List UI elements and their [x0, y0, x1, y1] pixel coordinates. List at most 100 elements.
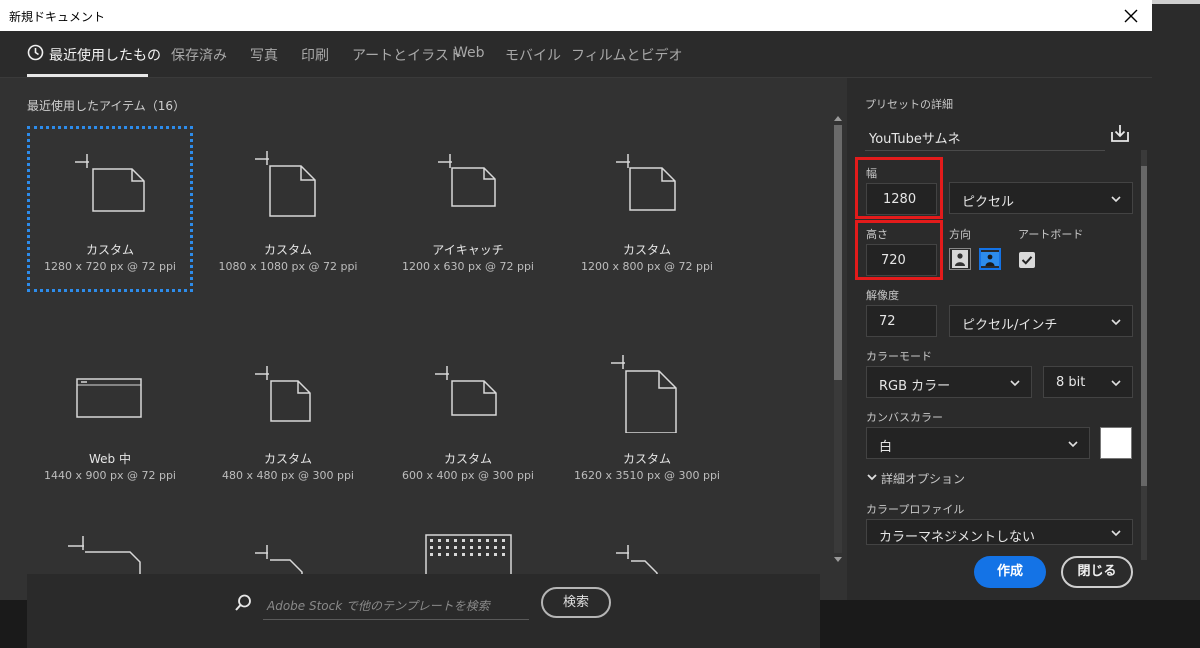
browser-window-icon: [76, 378, 142, 418]
chevron-down-icon: [1111, 530, 1121, 537]
tall-document-icon: [611, 355, 677, 433]
color-profile-select[interactable]: カラーマネジメントしない: [866, 519, 1133, 545]
details-scrollbar-thumb[interactable]: [1141, 166, 1147, 486]
close-button[interactable]: 閉じる: [1061, 556, 1133, 588]
tab-film-video[interactable]: フィルムとビデオ: [571, 45, 682, 65]
preset-card[interactable]: カスタム 1200 x 800 px @ 72 ppi: [564, 126, 730, 292]
document-icon: [616, 154, 676, 211]
color-profile-label: カラープロファイル: [866, 503, 965, 516]
color-mode-label: カラーモード: [866, 350, 932, 363]
height-highlight-box: [855, 220, 943, 280]
preset-name: カスタム: [263, 452, 312, 466]
preset-card[interactable]: カスタム 480 x 480 px @ 300 ppi: [205, 323, 371, 489]
search-icon: [235, 594, 251, 611]
resolution-value: 72: [879, 314, 896, 329]
scroll-up-icon[interactable]: [832, 113, 844, 123]
tab-photo[interactable]: 写真: [250, 45, 278, 65]
preset-details-panel: プリセットの詳細 YouTubeサムネ 幅 1280 ピクセル 高さ 720 方…: [847, 78, 1152, 600]
chevron-down-icon: [1111, 319, 1121, 326]
preset-size: 1200 x 630 px @ 72 ppi: [402, 260, 534, 273]
preset-size: 480 x 480 px @ 300 ppi: [222, 469, 354, 482]
preset-name: カスタム: [622, 452, 671, 466]
create-button[interactable]: 作成: [974, 556, 1046, 588]
bit-depth-value: 8 bit: [1056, 375, 1086, 390]
preset-card[interactable]: Web 中 1440 x 900 px @ 72 ppi: [27, 323, 193, 489]
preset-name: カスタム: [443, 452, 492, 466]
preset-size: 600 x 400 px @ 300 ppi: [402, 469, 534, 482]
canvas-color-select[interactable]: 白: [866, 427, 1090, 459]
preset-name: Web 中: [89, 452, 131, 466]
chevron-down-icon: [1111, 196, 1121, 203]
chevron-down-icon: [1111, 380, 1121, 387]
color-profile-value: カラーマネジメントしない: [879, 530, 1036, 545]
recent-items-title: 最近使用したアイテム（16）: [27, 99, 186, 113]
landscape-icon: [981, 252, 999, 266]
preset-size: 1200 x 800 px @ 72 ppi: [581, 260, 713, 273]
preset-card[interactable]: カスタム 600 x 400 px @ 300 ppi: [385, 323, 551, 489]
bit-depth-select[interactable]: 8 bit: [1043, 366, 1133, 398]
preset-card[interactable]: カスタム 1280 x 720 px @ 72 ppi: [27, 126, 193, 292]
tab-mobile[interactable]: モバイル: [505, 45, 561, 65]
tab-print[interactable]: 印刷: [301, 45, 329, 65]
advanced-options-toggle[interactable]: 詳細オプション: [881, 470, 965, 487]
preset-name-field[interactable]: YouTubeサムネ: [865, 120, 1105, 151]
document-icon: [75, 154, 145, 212]
active-tab-indicator: [27, 74, 148, 77]
resolution-input[interactable]: 72: [866, 305, 937, 337]
canvas-color-swatch[interactable]: [1100, 427, 1132, 459]
unit-value: ピクセル: [962, 195, 1015, 210]
resolution-unit-value: ピクセル/インチ: [962, 318, 1058, 333]
preset-name: カスタム: [263, 243, 312, 257]
tab-web[interactable]: Web: [454, 45, 485, 61]
orientation-label: 方向: [949, 228, 971, 241]
landscape-orientation-button[interactable]: [979, 248, 1001, 270]
preset-list-scrollbar[interactable]: [832, 113, 844, 565]
preset-size: 1620 x 3510 px @ 300 ppi: [574, 469, 720, 482]
clock-icon: [27, 44, 44, 61]
scroll-down-icon[interactable]: [832, 555, 844, 565]
preset-name-value: YouTubeサムネ: [869, 132, 961, 147]
window-titlebar: 新規ドキュメント: [0, 0, 1152, 31]
stock-search-bar: Adobe Stock で他のテンプレートを検索 検索: [27, 574, 820, 648]
resolution-unit-select[interactable]: ピクセル/インチ: [949, 305, 1133, 337]
scrollbar-thumb[interactable]: [834, 125, 842, 380]
chevron-down-icon[interactable]: [866, 471, 878, 483]
preset-name: カスタム: [85, 243, 134, 257]
checkmark-icon: [1021, 256, 1033, 265]
keyboard-icon: [425, 534, 512, 578]
new-document-dialog: 最近使用したもの 保存済み 写真 印刷 アートとイラスト Web モバイル フィ…: [0, 31, 1152, 648]
width-highlight-box: [855, 157, 943, 219]
document-icon: [255, 151, 316, 217]
artboard-label: アートボード: [1018, 228, 1084, 241]
document-icon: [255, 366, 311, 422]
unit-select[interactable]: ピクセル: [949, 182, 1133, 214]
chevron-down-icon: [1068, 441, 1078, 448]
stock-search-input[interactable]: Adobe Stock で他のテンプレートを検索: [263, 587, 529, 620]
document-icon: [435, 366, 497, 416]
document-icon: [438, 154, 496, 207]
tab-art-illustration[interactable]: アートとイラスト: [352, 45, 463, 65]
tab-recent[interactable]: 最近使用したもの: [49, 45, 161, 65]
preset-name: アイキャッチ: [432, 243, 504, 257]
canvas-color-value: 白: [879, 440, 893, 455]
search-button[interactable]: 検索: [541, 587, 611, 618]
portrait-icon: [952, 250, 968, 268]
recent-items-panel: 最近使用したアイテム（16） カスタム 1280 x 720 px @ 72 p…: [0, 78, 847, 648]
details-scrollbar[interactable]: [1138, 150, 1150, 560]
preset-size: 1080 x 1080 px @ 72 ppi: [218, 260, 358, 273]
tab-saved[interactable]: 保存済み: [171, 45, 227, 65]
preset-size: 1440 x 900 px @ 72 ppi: [44, 469, 176, 482]
preset-name: カスタム: [622, 243, 671, 257]
resolution-label: 解像度: [866, 289, 899, 302]
color-mode-select[interactable]: RGB カラー: [866, 366, 1032, 398]
canvas-color-label: カンバスカラー: [866, 411, 943, 424]
preset-card[interactable]: カスタム 1620 x 3510 px @ 300 ppi: [564, 323, 730, 489]
preset-card[interactable]: カスタム 1080 x 1080 px @ 72 ppi: [205, 126, 371, 292]
background-strip: [1152, 0, 1200, 600]
window-title: 新規ドキュメント: [9, 10, 106, 24]
portrait-orientation-button[interactable]: [949, 248, 971, 270]
artboard-checkbox[interactable]: [1019, 252, 1035, 268]
close-icon[interactable]: [1118, 3, 1144, 29]
preset-card[interactable]: アイキャッチ 1200 x 630 px @ 72 ppi: [385, 126, 551, 292]
save-preset-icon[interactable]: [1109, 122, 1131, 144]
